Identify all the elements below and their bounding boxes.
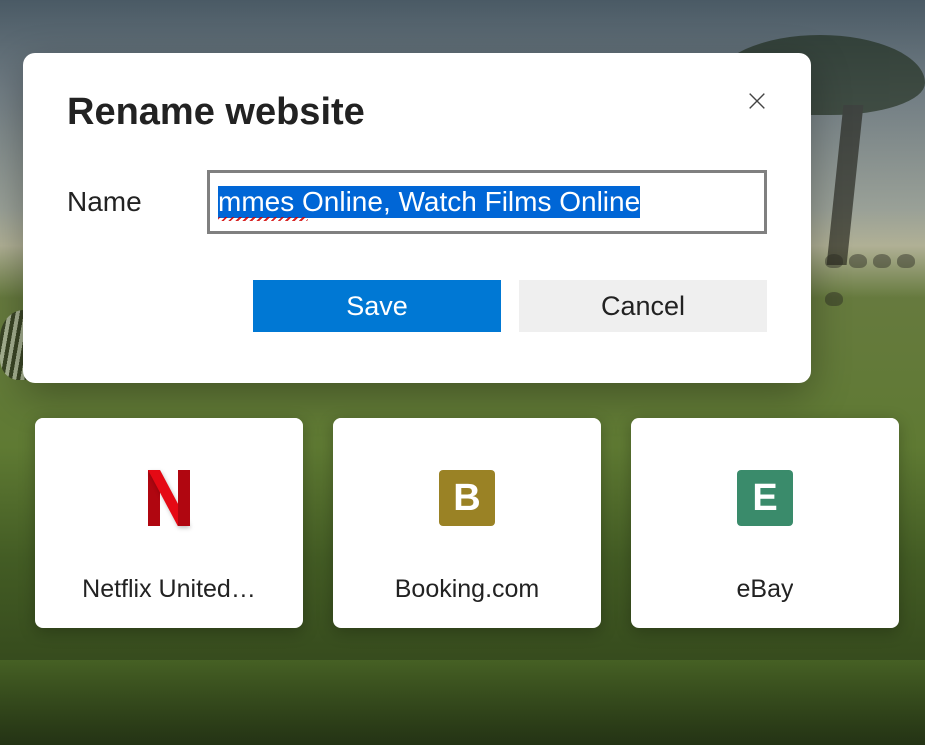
tile-label: eBay (737, 575, 794, 604)
netflix-icon (35, 468, 303, 528)
dialog-title: Rename website (67, 91, 767, 134)
background-animals (825, 250, 925, 320)
background-grass (0, 660, 925, 745)
name-input[interactable] (214, 177, 760, 227)
booking-icon: B (333, 468, 601, 528)
close-button[interactable] (737, 81, 777, 121)
tile-ebay[interactable]: E eBay (631, 418, 899, 628)
rename-dialog: Rename website Name Save Cancel (23, 53, 811, 383)
save-button[interactable]: Save (253, 280, 501, 332)
tile-netflix[interactable]: Netflix United… (35, 418, 303, 628)
cancel-button[interactable]: Cancel (519, 280, 767, 332)
close-icon (746, 90, 768, 112)
name-label: Name (67, 186, 207, 218)
quick-link-tiles: Netflix United… B Booking.com E eBay (35, 418, 899, 628)
tile-label: Booking.com (395, 575, 540, 604)
ebay-icon: E (631, 468, 899, 528)
name-row: Name (67, 170, 767, 234)
tile-booking[interactable]: B Booking.com (333, 418, 601, 628)
tile-label: Netflix United… (82, 575, 256, 604)
dialog-buttons: Save Cancel (67, 280, 767, 332)
name-input-wrapper (207, 170, 767, 234)
